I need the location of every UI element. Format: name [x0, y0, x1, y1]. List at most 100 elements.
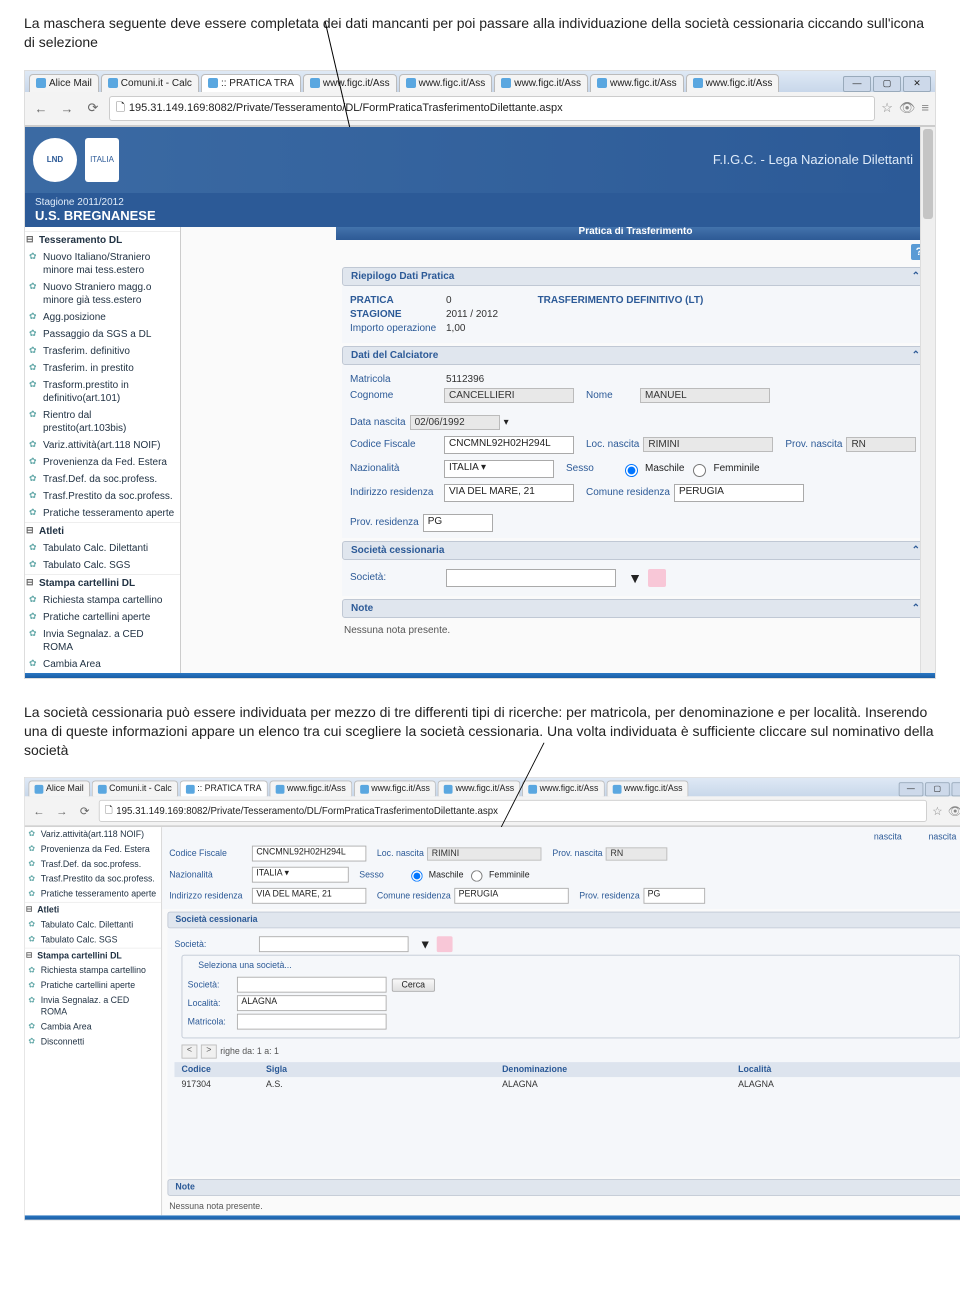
browser-tab[interactable]: www.figc.it/Ass	[522, 781, 604, 797]
sidebar-item[interactable]: Richiesta stampa cartellino	[25, 592, 180, 609]
browser-tab[interactable]: www.figc.it/Ass	[303, 74, 397, 92]
back-icon[interactable]: ←	[30, 803, 48, 821]
back-icon[interactable]: ←	[31, 98, 51, 118]
sidebar-group-stampa[interactable]: Stampa cartellini DL	[25, 574, 180, 592]
browser-tab[interactable]: Alice Mail	[28, 781, 89, 797]
sidebar-group-stampa[interactable]: Stampa cartellini DL	[25, 948, 161, 964]
sidebar-item[interactable]: Tabulato Calc. SGS	[25, 557, 180, 574]
sidebar-item[interactable]: Invia Segnalaz. a CED ROMA	[25, 994, 161, 1020]
menu-icon[interactable]: ≡	[921, 100, 929, 116]
sidebar-item[interactable]: Trasferim. in prestito	[25, 360, 180, 377]
browser-tab[interactable]: Alice Mail	[29, 74, 99, 92]
field-provr[interactable]: PG	[423, 514, 493, 532]
maximize-icon[interactable]: ▢	[925, 783, 950, 797]
sidebar-item[interactable]: Trasf.Def. da soc.profess.	[25, 858, 161, 873]
sidebar-item[interactable]: Invia Segnalaz. a CED ROMA	[25, 626, 180, 656]
sidebar-item[interactable]: Tabulato Calc. SGS	[25, 933, 161, 948]
sidebar-group-atleti[interactable]: Atleti	[25, 902, 161, 918]
browser-tab[interactable]: www.figc.it/Ass	[590, 74, 684, 92]
reload-icon[interactable]: ⟳	[83, 98, 103, 118]
sidebar-group-tesseramento[interactable]: Tesseramento DL	[25, 231, 180, 249]
browser-tab[interactable]: www.figc.it/Ass	[686, 74, 780, 92]
sidebar-item[interactable]: Pratiche tesseramento aperte	[25, 505, 180, 522]
star-icon[interactable]: ☆	[881, 100, 893, 116]
browser-tab[interactable]: www.figc.it/Ass	[494, 74, 588, 92]
panel-note[interactable]: Note⌃	[167, 1180, 960, 1197]
field-cf[interactable]: CNCMNL92H02H294L	[252, 846, 366, 862]
browser-tab[interactable]: Comuni.it - Calc	[92, 781, 178, 797]
select-nazionalita[interactable]: ITALIA ▾	[252, 867, 349, 883]
grid-row[interactable]: 917304 A.S. ALAGNA ALAGNA	[174, 1078, 960, 1093]
browser-tab[interactable]: www.figc.it/Ass	[399, 74, 493, 92]
cerca-button[interactable]: Cerca	[392, 979, 435, 992]
star-icon[interactable]: ☆	[932, 804, 942, 818]
sidebar-item[interactable]: Trasf.Prestito da soc.profess.	[25, 488, 180, 505]
radio-maschile[interactable]	[411, 871, 422, 882]
eraser-icon[interactable]	[648, 569, 666, 587]
scrollbar[interactable]	[920, 127, 935, 673]
sidebar-item[interactable]: Variz.attività(art.118 NOIF)	[25, 437, 180, 454]
maximize-icon[interactable]: ▢	[873, 76, 901, 92]
sidebar-item[interactable]: Trasform.prestito in definitivo(art.101)	[25, 377, 180, 407]
sidebar-item[interactable]: Tabulato Calc. Dilettanti	[25, 540, 180, 557]
field-societa[interactable]	[446, 569, 616, 587]
sidebar-item[interactable]: Cambia Area	[25, 1020, 161, 1035]
field-provr[interactable]: PG	[643, 888, 705, 904]
field-societa[interactable]	[259, 937, 409, 953]
sidebar-item[interactable]: Provenienza da Fed. Estera	[25, 454, 180, 471]
search-matricola-input[interactable]	[237, 1014, 387, 1030]
panel-cessionaria[interactable]: Società cessionaria⌃	[167, 912, 960, 929]
eye-icon[interactable]: 👁	[899, 100, 916, 116]
minimize-icon[interactable]: —	[899, 783, 924, 797]
browser-tab[interactable]: www.figc.it/Ass	[269, 781, 351, 797]
sidebar-item[interactable]: Provenienza da Fed. Estera	[25, 843, 161, 858]
browser-tab[interactable]: www.figc.it/Ass	[354, 781, 436, 797]
panel-calciatore[interactable]: Dati del Calciatore⌃	[342, 346, 929, 365]
reload-icon[interactable]: ⟳	[76, 803, 94, 821]
field-comr[interactable]: PERUGIA	[674, 484, 804, 502]
sidebar-item[interactable]: Trasf.Def. da soc.profess.	[25, 471, 180, 488]
eye-icon[interactable]: 👁	[948, 804, 960, 818]
radio-maschile[interactable]	[625, 464, 638, 477]
close-icon[interactable]: ✕	[951, 783, 960, 797]
sidebar-item[interactable]: Nuovo Straniero magg.o minore già tess.e…	[25, 279, 180, 309]
url-input[interactable]: 🗋 195.31.149.169:8082/Private/Tesseramen…	[109, 96, 875, 121]
sidebar-group-atleti[interactable]: Atleti	[25, 522, 180, 540]
browser-tab-active[interactable]: :: PRATICA TRA	[201, 74, 301, 92]
select-nazionalita[interactable]: ITALIA ▾	[444, 460, 554, 478]
pager-next-icon[interactable]: >	[201, 1045, 217, 1059]
url-input[interactable]: 🗋195.31.149.169:8082/Private/Tesserament…	[99, 800, 927, 822]
sidebar-item[interactable]: Passaggio da SGS a DL	[25, 326, 180, 343]
sidebar-item[interactable]: Pratiche cartellini aperte	[25, 609, 180, 626]
browser-tab[interactable]: Comuni.it - Calc	[101, 74, 199, 92]
forward-icon[interactable]: →	[57, 98, 77, 118]
browser-tab[interactable]: www.figc.it/Ass	[438, 781, 520, 797]
panel-riepilogo[interactable]: Riepilogo Dati Pratica⌃	[342, 267, 929, 286]
sidebar-item[interactable]: Cambia Area	[25, 656, 180, 673]
minimize-icon[interactable]: —	[843, 76, 871, 92]
sidebar-item[interactable]: Rientro dal prestito(art.103bis)	[25, 407, 180, 437]
calendar-icon[interactable]: ▾	[504, 417, 509, 428]
field-indr[interactable]: VIA DEL MARE, 21	[444, 484, 574, 502]
radio-femminile[interactable]	[471, 871, 482, 882]
field-indr[interactable]: VIA DEL MARE, 21	[252, 888, 366, 904]
field-cf[interactable]: CNCMNL92H02H294L	[444, 436, 574, 454]
sidebar-item[interactable]: Richiesta stampa cartellino	[25, 964, 161, 979]
close-icon[interactable]: ✕	[903, 76, 931, 92]
sidebar-item[interactable]: Pratiche cartellini aperte	[25, 979, 161, 994]
field-comr[interactable]: PERUGIA	[454, 888, 568, 904]
sidebar-item[interactable]: Tabulato Calc. Dilettanti	[25, 918, 161, 933]
search-societa-input[interactable]	[237, 977, 387, 993]
eraser-icon[interactable]	[437, 937, 453, 953]
sidebar-item[interactable]: Disconnetti	[25, 1035, 161, 1050]
pager-prev-icon[interactable]: <	[182, 1045, 198, 1059]
panel-cessionaria[interactable]: Società cessionaria⌃	[342, 541, 929, 560]
sidebar-item[interactable]: Trasferim. definitivo	[25, 343, 180, 360]
panel-note[interactable]: Note⌃	[342, 599, 929, 618]
sidebar-item[interactable]: Nuovo Italiano/Straniero minore mai tess…	[25, 249, 180, 279]
forward-icon[interactable]: →	[53, 803, 71, 821]
browser-tab-active[interactable]: :: PRATICA TRA	[180, 781, 268, 797]
sidebar-item[interactable]: Trasf.Prestito da soc.profess.	[25, 872, 161, 887]
radio-femminile[interactable]	[693, 464, 706, 477]
sidebar-item[interactable]: Pratiche tesseramento aperte	[25, 887, 161, 902]
